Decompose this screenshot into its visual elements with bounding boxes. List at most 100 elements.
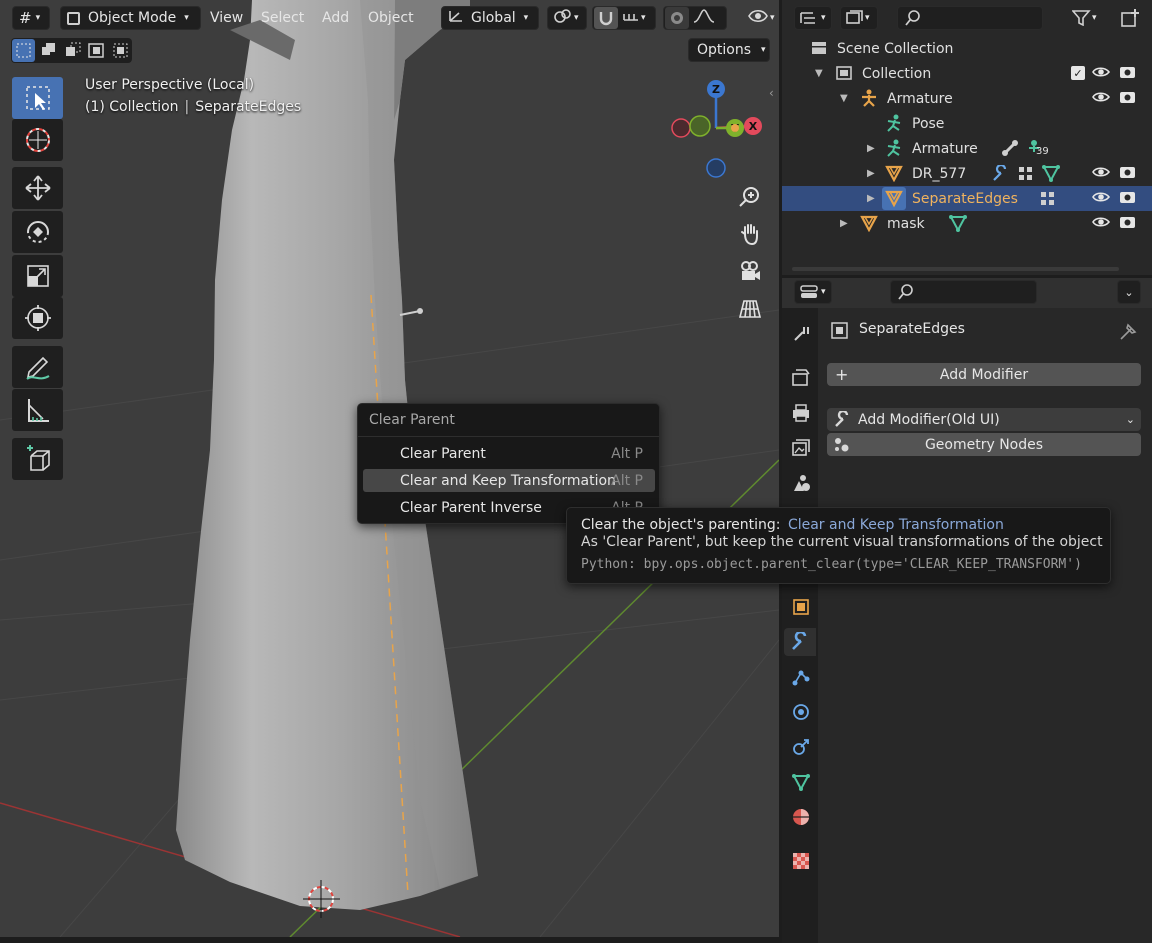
gizmo-neg-x[interactable] xyxy=(671,118,691,138)
tool-icon xyxy=(794,327,809,341)
new-collection-button[interactable] xyxy=(1118,6,1142,30)
menu-object[interactable]: Object xyxy=(368,6,414,30)
editor-type-button[interactable]: # ▾ xyxy=(12,6,50,30)
tab-tool[interactable] xyxy=(788,320,814,348)
add-cube-tool[interactable] xyxy=(12,438,63,480)
select-extend-icon[interactable] xyxy=(37,39,60,62)
material-sphere-icon xyxy=(793,809,809,825)
perspective-grid-icon xyxy=(738,300,762,318)
pivot-dropdown[interactable]: ▾ xyxy=(547,6,587,30)
expand-right-icon[interactable]: ▶ xyxy=(867,143,875,154)
measure-tool[interactable] xyxy=(12,389,63,431)
zoom-button[interactable] xyxy=(733,180,767,214)
mode-dropdown[interactable]: Object Mode ▾ xyxy=(60,6,201,30)
menu-title: Clear Parent xyxy=(369,412,455,428)
eye-icon xyxy=(748,8,768,28)
checkbox-checked-icon[interactable]: ✓ xyxy=(1071,66,1085,80)
properties-options-dropdown[interactable]: ⌄ xyxy=(1117,280,1141,304)
select-invert-icon[interactable] xyxy=(85,39,108,62)
tab-render[interactable] xyxy=(788,364,814,392)
magnet-icon[interactable] xyxy=(594,7,618,29)
3d-viewport[interactable]: # ▾ Object Mode ▾ View Select Add Object… xyxy=(0,0,779,937)
pin-icon[interactable] xyxy=(1119,321,1139,341)
chevron-down-icon: ▾ xyxy=(641,13,646,23)
pan-button[interactable] xyxy=(733,217,767,251)
visibility-columns[interactable] xyxy=(1092,64,1152,234)
tab-physics[interactable] xyxy=(788,698,814,726)
select-mode-group[interactable] xyxy=(11,38,132,63)
filter-dropdown[interactable]: ▾ xyxy=(1072,6,1112,30)
snap-group[interactable]: ▾ xyxy=(592,6,656,30)
cursor-tool[interactable] xyxy=(12,119,63,161)
clear-keep-transform-item[interactable]: Clear and Keep Transformation Alt P xyxy=(363,469,655,492)
tab-texture[interactable] xyxy=(788,847,814,875)
visibility-dropdown[interactable]: ▾ xyxy=(748,6,778,30)
outliner-list-icon xyxy=(800,12,815,24)
gizmo-neg-z[interactable] xyxy=(706,158,726,178)
scene-icon xyxy=(794,475,810,491)
clear-parent-item[interactable]: Clear Parent Alt P xyxy=(363,442,655,465)
properties-editor-type[interactable]: ▾ xyxy=(794,280,832,304)
particles-icon xyxy=(792,670,810,686)
add-modifier-button[interactable]: + Add Modifier xyxy=(827,363,1141,386)
bone-count: 39 xyxy=(1036,146,1049,157)
move-tool[interactable] xyxy=(12,167,63,209)
outliner-search-input[interactable] xyxy=(897,6,1043,30)
annotate-tool[interactable] xyxy=(12,346,63,388)
outliner-scrollbar[interactable] xyxy=(792,267,1119,271)
transform-tool[interactable] xyxy=(12,297,63,339)
orientation-dropdown[interactable]: Global ▾ xyxy=(441,6,539,30)
menu-item-label: Clear and Keep Transformation xyxy=(400,472,616,489)
tooltip-heading: Clear the object's parenting: Clear and … xyxy=(581,517,1004,533)
properties-search-input[interactable] xyxy=(890,280,1037,304)
axes-icon xyxy=(447,8,465,28)
options-dropdown[interactable]: Options ▾ xyxy=(688,38,770,62)
expand-right-icon[interactable]: ▶ xyxy=(867,168,875,179)
chevron-down-icon: ▾ xyxy=(865,13,870,23)
snap-increment-icon xyxy=(622,8,640,28)
add-modifier-old-dropdown[interactable]: Add Modifier(Old UI) ⌄ xyxy=(827,408,1141,431)
move-icon xyxy=(24,175,51,201)
expand-down-icon[interactable]: ▼ xyxy=(815,68,823,79)
tab-modifiers[interactable] xyxy=(784,628,816,656)
menu-item-label: Clear Parent xyxy=(400,445,486,462)
outliner-editor[interactable]: ▾ ▾ ▾ Scene Collection ▼ Collection ✓ ▼ … xyxy=(782,0,1152,275)
mesh-object-icon xyxy=(885,165,903,182)
mesh-data-icon xyxy=(792,774,810,792)
camera-view-button[interactable] xyxy=(733,254,767,288)
proportional-edit-icon[interactable] xyxy=(665,7,689,29)
projection-toggle-button[interactable] xyxy=(733,292,767,326)
outliner-editor-type[interactable]: ▾ xyxy=(794,6,832,30)
select-new-icon[interactable] xyxy=(12,39,35,62)
menu-view[interactable]: View xyxy=(210,6,243,30)
geometry-nodes-button[interactable]: Geometry Nodes xyxy=(827,433,1141,456)
wrench-icon xyxy=(792,632,807,650)
menu-add[interactable]: Add xyxy=(322,6,349,30)
tab-scene[interactable] xyxy=(788,469,814,497)
tab-constraints[interactable] xyxy=(788,733,814,761)
scale-tool[interactable] xyxy=(12,255,63,297)
select-box-tool[interactable] xyxy=(12,77,63,119)
tab-material[interactable] xyxy=(788,803,814,831)
rotate-tool[interactable] xyxy=(12,211,63,253)
proportional-edit-group[interactable] xyxy=(663,6,727,30)
expand-right-icon[interactable]: ▶ xyxy=(840,218,848,229)
sidebar-toggle-chevron-icon[interactable]: ‹ xyxy=(769,86,774,100)
display-mode-dropdown[interactable]: ▾ xyxy=(840,6,878,30)
properties-editor[interactable]: ▾ ⌄ SeparateEdges + Add Modifier Add Mod… xyxy=(782,278,1152,943)
navigation-gizmo[interactable]: Z Y X xyxy=(665,76,769,186)
tab-object[interactable] xyxy=(788,593,814,621)
select-subtract-icon[interactable] xyxy=(61,39,84,62)
expand-right-icon[interactable]: ▶ xyxy=(867,193,875,204)
gizmo-neg-y[interactable] xyxy=(689,115,711,137)
expand-down-icon[interactable]: ▼ xyxy=(840,93,848,104)
tab-data[interactable] xyxy=(788,768,814,796)
annotate-pencil-icon xyxy=(25,356,50,380)
tab-view-layer[interactable] xyxy=(788,434,814,462)
mesh-data-icon xyxy=(1042,165,1060,182)
menu-select[interactable]: Select xyxy=(261,6,304,30)
tab-particles[interactable] xyxy=(788,663,814,691)
outliner-row-scene-collection[interactable]: Scene Collection xyxy=(782,36,1152,61)
select-intersect-icon[interactable] xyxy=(109,39,132,62)
tab-output[interactable] xyxy=(788,399,814,427)
